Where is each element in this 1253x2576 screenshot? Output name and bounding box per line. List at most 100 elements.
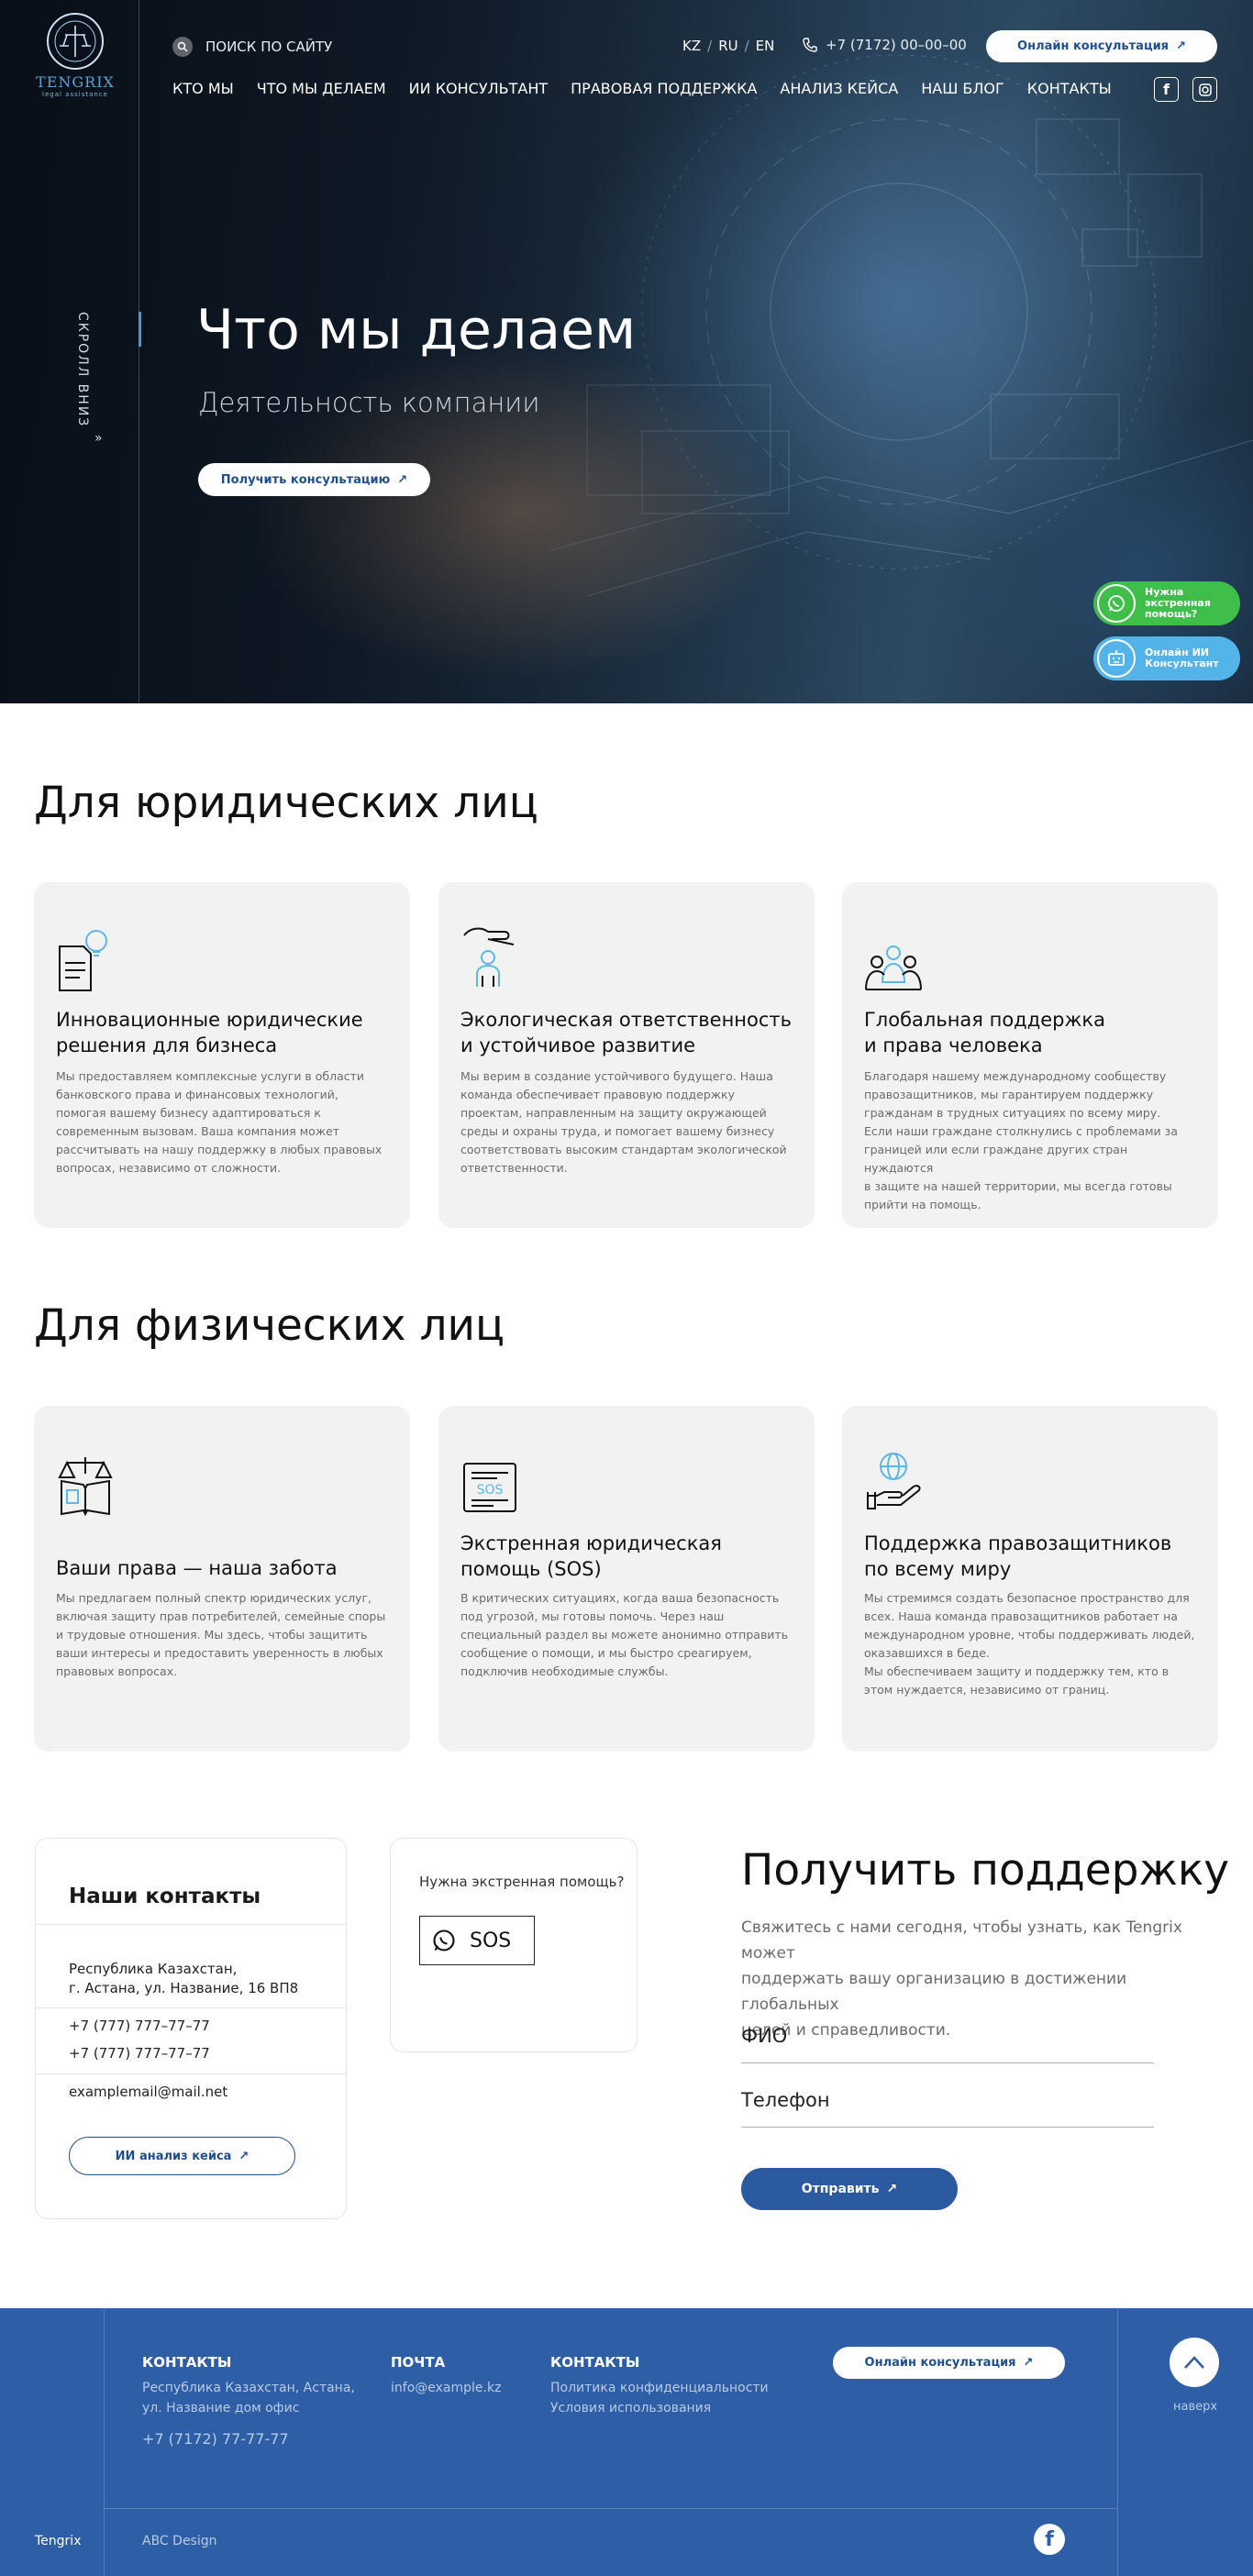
sos-card: Нужна экстренная помощь? SOS <box>390 1838 638 2052</box>
logo[interactable]: TENGRIX legal assistance <box>33 13 117 116</box>
whatsapp-icon <box>1097 584 1136 623</box>
service-card[interactable]: Инновационные юридические решения для биз… <box>34 882 410 1228</box>
lang-en[interactable]: EN <box>756 38 775 54</box>
submit-label: Отправить <box>801 2182 880 2196</box>
ai-line-2: Консультант <box>1145 658 1219 669</box>
arrow-up-right-icon: ↗ <box>1023 2356 1034 2370</box>
whatsapp-icon <box>433 1929 455 1951</box>
address-line: Республика Казахстан, <box>69 1961 238 1977</box>
lang-ru[interactable]: RU <box>718 38 737 54</box>
service-card[interactable]: SOS Экстренная юридическая помощь (SOS) В… <box>438 1406 815 1752</box>
hero-title: Что мы делаем <box>196 298 637 362</box>
name-field[interactable]: ФИО <box>741 2018 1154 2063</box>
card-text-line: правовых вопросах. <box>56 1664 178 1678</box>
ai-case-analysis-label: ИИ анализ кейса <box>115 2149 232 2163</box>
card-title-line: по всему миру <box>864 1558 1012 1580</box>
instagram-icon[interactable] <box>1192 77 1217 102</box>
service-card[interactable]: Ваши права — наша забота Мы предлагаем п… <box>34 1406 410 1752</box>
header-phone[interactable]: +7 (7172) 00–00–00 <box>802 37 967 53</box>
support-text-line: Свяжитесь с нами сегодня, чтобы узнать, … <box>741 1918 1182 1962</box>
nav-item-case-analysis[interactable]: АНАЛИЗ КЕЙСА <box>780 80 898 97</box>
footer-consultation-label: Онлайн консультация <box>864 2356 1016 2370</box>
contacts-title: Наши контакты <box>69 1885 261 1908</box>
card-text-line: Мы предлагаем полный спектр юридических … <box>56 1591 372 1605</box>
card-text-line: помогая вашему бизнесу адаптироваться к <box>56 1106 321 1120</box>
service-card[interactable]: Поддержка правозащитников по всему миру М… <box>842 1406 1218 1752</box>
facebook-icon[interactable]: f <box>1034 2524 1065 2555</box>
ai-case-analysis-button[interactable]: ИИ анализ кейса ↗ <box>69 2137 295 2175</box>
service-card[interactable]: Глобальная поддержка и права человека Бла… <box>842 882 1218 1228</box>
arrow-up-right-icon: ↗ <box>886 2182 898 2196</box>
online-consultation-label: Онлайн консультация <box>1017 39 1170 53</box>
card-title-line: Экологическая ответственность <box>460 1009 793 1031</box>
footer-address-line: ул. Название дом офис <box>142 2401 300 2416</box>
support-text-line: поддержать вашу организацию в достижении… <box>741 1970 1127 2014</box>
ai-consultant-button[interactable]: Онлайн ИИ Консультант <box>1093 636 1240 680</box>
law-book-scales-icon <box>58 1457 113 1517</box>
card-text-line: Благодаря нашему международному сообщест… <box>864 1069 1167 1083</box>
footer-consultation-button[interactable]: Онлайн консультация ↗ <box>833 2347 1065 2379</box>
card-text-line: специальный раздел вы можете анонимно от… <box>460 1628 789 1642</box>
footer-design-credit[interactable]: ABC Design <box>142 2531 217 2551</box>
contacts-phone[interactable]: +7 (777) 777–77–77 <box>69 2044 210 2063</box>
footer-phone[interactable]: +7 (7172) 77-77-77 <box>142 2429 289 2449</box>
contacts-phone[interactable]: +7 (777) 777–77–77 <box>69 2017 210 2036</box>
card-text-line: этом нуждается, независимо от границ. <box>864 1683 1110 1697</box>
card-text-line: Мы стремимся создать безопасное простран… <box>864 1591 1190 1605</box>
lang-separator: / <box>707 38 713 54</box>
emergency-help-label: Нужна экстренная помощь? <box>1145 587 1211 620</box>
terms-link[interactable]: Условия использования <box>550 2398 711 2418</box>
submit-button[interactable]: Отправить ↗ <box>741 2168 958 2210</box>
contacts-address: Республика Казахстан, г. Астана, ул. Назв… <box>69 1960 298 1998</box>
card-title: Ваши права — наша забота <box>56 1555 405 1581</box>
contacts-card: Наши контакты Республика Казахстан, г. Ас… <box>35 1838 347 2219</box>
main-nav: КТО МЫ ЧТО МЫ ДЕЛАЕМ ИИ КОНСУЛЬТАНТ ПРАВ… <box>172 80 1112 97</box>
get-consultation-button[interactable]: Получить консультацию ↗ <box>198 463 430 496</box>
lang-kz[interactable]: KZ <box>682 38 701 54</box>
facebook-icon[interactable]: f <box>1154 77 1179 102</box>
get-consultation-label: Получить консультацию <box>220 472 391 487</box>
card-text-line: Мы обеспечиваем защиту и поддержку тем, … <box>864 1664 1170 1678</box>
nav-item-legal-support[interactable]: ПРАВОВАЯ ПОДДЕРЖКА <box>571 80 757 97</box>
scroll-to-top-button[interactable] <box>1170 2338 1219 2387</box>
card-title-line: решения для бизнеса <box>56 1034 278 1056</box>
chevron-down-icon[interactable]: » <box>94 431 103 446</box>
phone-field[interactable]: Телефон <box>741 2082 1154 2128</box>
nav-item-what-we-do[interactable]: ЧТО МЫ ДЕЛАЕМ <box>257 80 386 97</box>
card-description: Мы предлагаем полный спектр юридических … <box>56 1589 391 1681</box>
card-text-line: команда обеспечивает правовую поддержку <box>460 1088 735 1101</box>
robot-icon <box>1097 639 1136 678</box>
card-title: Инновационные юридические решения для биз… <box>56 1007 405 1058</box>
service-card[interactable]: Экологическая ответственность и устойчиво… <box>438 882 815 1228</box>
online-consultation-button[interactable]: Онлайн консультация ↗ <box>986 30 1217 62</box>
card-text-line: всех. Наша команда правозащитников работ… <box>864 1609 1178 1623</box>
footer: КОНТАКТЫ Республика Казахстан, Астана, ул… <box>0 2308 1253 2576</box>
people-group-icon <box>865 945 922 990</box>
card-text-line: Мы предоставляем комплексные услуги в об… <box>56 1069 365 1083</box>
sos-button-label: SOS <box>470 1929 512 1952</box>
scroll-down-label[interactable]: СКРОЛЛ ВНИЗ <box>75 312 90 427</box>
sos-message-icon: SOS <box>463 1463 516 1512</box>
card-text-line: ваши интересы и предоставить уверенность… <box>56 1646 383 1660</box>
sos-button[interactable]: SOS <box>419 1916 535 1965</box>
footer-contacts-heading: КОНТАКТЫ <box>142 2354 232 2371</box>
contacts-email[interactable]: examplemail@mail.net <box>69 2083 227 2102</box>
divider <box>36 2073 346 2074</box>
nav-item-who-we-are[interactable]: КТО МЫ <box>172 80 234 97</box>
card-title-line: Ваши права — наша забота <box>56 1557 338 1579</box>
card-text-line: проектам, направленным на защиту окружаю… <box>460 1106 767 1120</box>
page: TENGRIX legal assistance ПОИСК ПО САЙТУ … <box>0 0 1253 2576</box>
card-text-line: среды и охраны труда, и помогает вашему … <box>460 1124 775 1138</box>
emergency-help-button[interactable]: Нужна экстренная помощь? <box>1093 581 1240 625</box>
divider <box>36 1924 346 1925</box>
card-text-line: рассчитывать на нашу поддержку в любых п… <box>56 1143 383 1156</box>
footer-email[interactable]: info@example.kz <box>391 2378 501 2398</box>
nav-item-ai-consultant[interactable]: ИИ КОНСУЛЬТАНТ <box>409 80 548 97</box>
card-text-line: границей или если граждане других стран … <box>864 1143 1128 1175</box>
logo-emblem-icon <box>47 13 104 70</box>
scroll-to-top-label: наверх <box>1173 2400 1218 2414</box>
site-search[interactable]: ПОИСК ПО САЙТУ <box>172 37 332 57</box>
nav-item-blog[interactable]: НАШ БЛОГ <box>921 80 1004 97</box>
nav-item-contacts[interactable]: КОНТАКТЫ <box>1027 80 1112 97</box>
privacy-policy-link[interactable]: Политика конфиденциальности <box>550 2378 769 2398</box>
